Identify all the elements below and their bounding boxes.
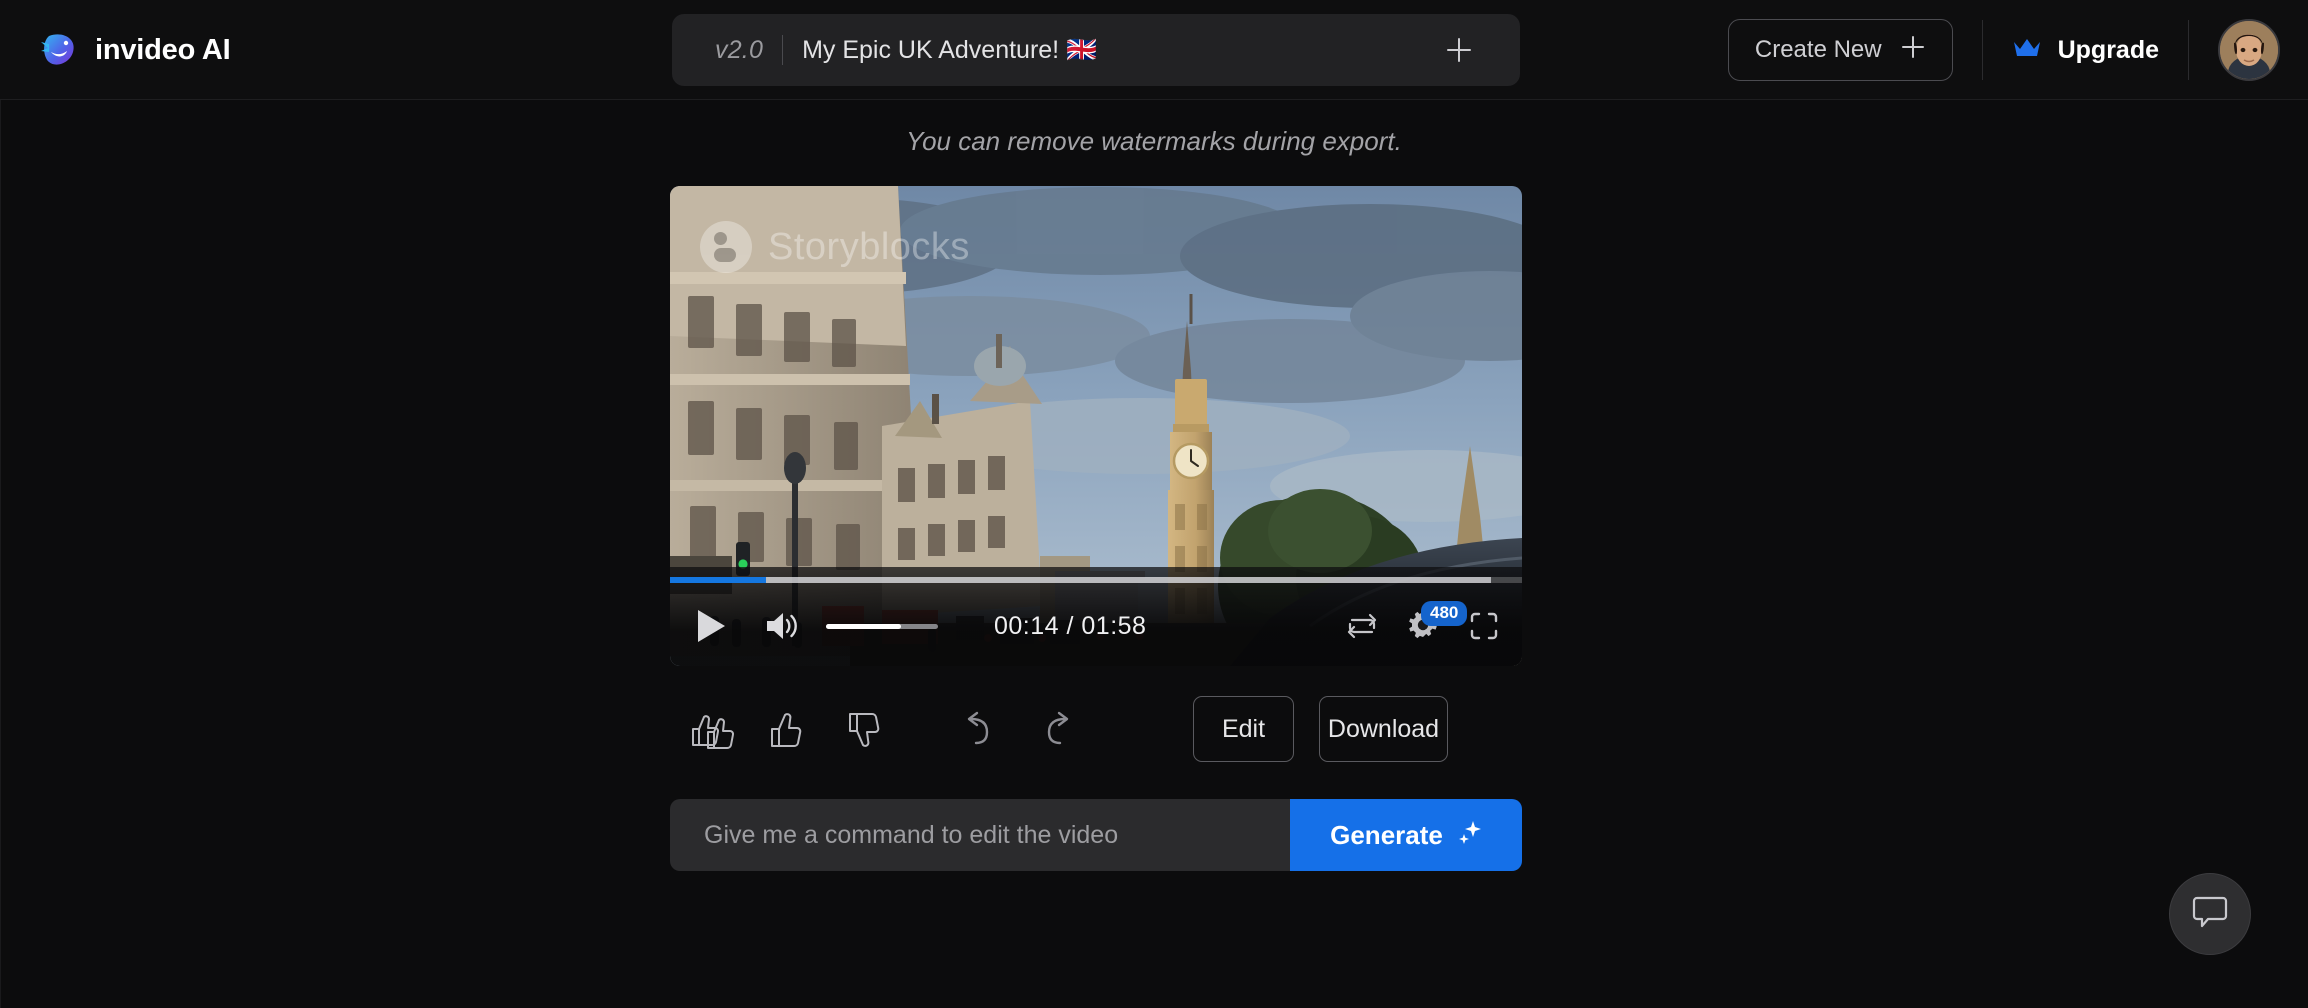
video-progress-bar[interactable] <box>670 577 1522 583</box>
command-input[interactable] <box>670 799 1290 871</box>
project-version-label: v2.0 <box>715 36 763 65</box>
header-divider-2 <box>2188 20 2189 80</box>
upgrade-button[interactable]: Upgrade <box>2012 36 2159 65</box>
video-time-display: 00:14 / 01:58 <box>994 612 1146 641</box>
redo-arrow-icon[interactable] <box>1037 710 1075 748</box>
video-quality-setting[interactable]: 480 <box>1404 606 1444 646</box>
volume-slider[interactable] <box>826 624 938 629</box>
create-new-button[interactable]: Create New <box>1728 19 1953 81</box>
fullscreen-icon[interactable] <box>1468 610 1500 642</box>
video-controls-right: 480 <box>1344 606 1500 646</box>
watermark-notice: You can remove watermarks during export. <box>0 126 2308 157</box>
volume-on-icon[interactable] <box>763 607 801 645</box>
support-chat-button[interactable] <box>2169 873 2251 955</box>
download-button[interactable]: Download <box>1319 696 1448 762</box>
edit-button[interactable]: Edit <box>1193 696 1294 762</box>
double-thumbs-up-icon[interactable] <box>690 710 728 748</box>
generate-label: Generate <box>1330 820 1443 851</box>
thumbs-up-icon[interactable] <box>768 710 806 748</box>
undo-arrow-icon[interactable] <box>959 710 997 748</box>
upgrade-label: Upgrade <box>2058 36 2159 65</box>
user-avatar[interactable] <box>2218 19 2280 81</box>
loop-icon[interactable] <box>1344 611 1380 641</box>
video-controls-row: 00:14 / 01:58 <box>670 595 1522 657</box>
plus-icon[interactable] <box>1444 35 1474 65</box>
quality-badge: 480 <box>1421 601 1467 626</box>
generate-button[interactable]: Generate <box>1290 799 1522 871</box>
chat-bubble-icon <box>2191 894 2229 935</box>
video-controls-bar: 00:14 / 01:58 <box>670 567 1522 666</box>
sparkle-icon <box>1456 819 1482 852</box>
create-new-label: Create New <box>1755 36 1882 64</box>
invideo-blob-logo-icon <box>38 30 78 70</box>
header-divider-1 <box>1982 20 1983 80</box>
command-bar: Generate <box>670 799 1522 871</box>
brand-area[interactable]: invideo AI <box>38 0 231 100</box>
video-actions-row: Edit Download <box>670 693 1522 765</box>
brand-name: invideo AI <box>95 34 231 67</box>
thumbs-down-icon[interactable] <box>846 710 884 748</box>
video-player[interactable]: Storyblocks <box>670 186 1522 666</box>
project-title-text: My Epic UK Adventure! 🇬🇧 <box>802 36 1097 65</box>
project-title-field[interactable]: v2.0 My Epic UK Adventure! 🇬🇧 <box>672 14 1520 86</box>
app-header: invideo AI v2.0 My Epic UK Adventure! 🇬🇧… <box>0 0 2308 100</box>
plus-icon <box>1900 34 1926 67</box>
play-icon[interactable] <box>691 606 731 646</box>
progress-played <box>670 577 766 583</box>
volume-slider-fill <box>826 624 901 629</box>
progress-buffered <box>670 577 1491 583</box>
app-root: invideo AI v2.0 My Epic UK Adventure! 🇬🇧… <box>0 0 2308 1008</box>
crown-icon <box>2012 36 2042 65</box>
title-divider <box>782 35 783 65</box>
header-actions: Create New Upgrade <box>1728 0 2280 100</box>
